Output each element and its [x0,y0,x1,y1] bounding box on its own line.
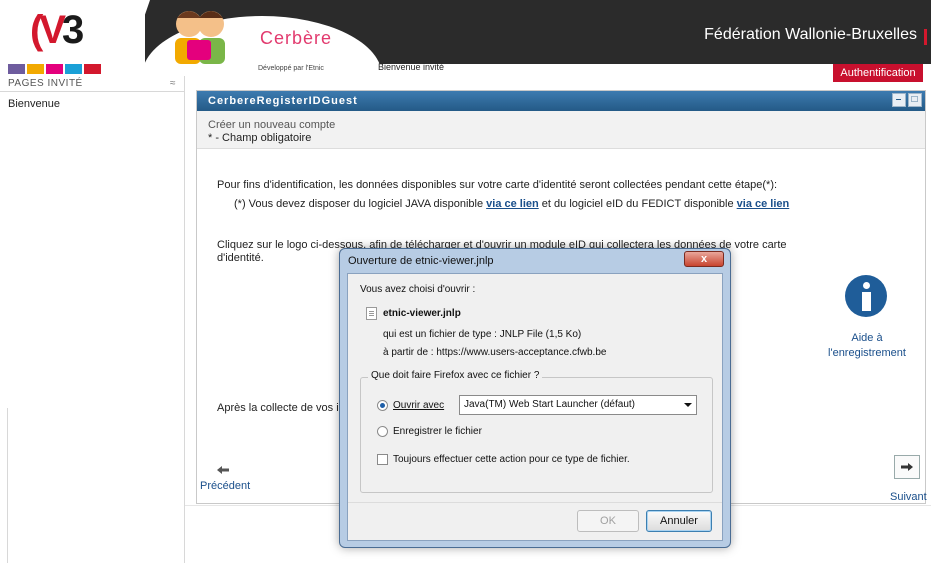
info-icon[interactable] [845,275,887,317]
always-text: Toujours effectuer cette action pour ce … [393,454,630,465]
panel-title: CerbereRegisterIDGuest [208,95,358,107]
sidebar-divider [0,408,8,563]
open-with-text: Ouvrir avec [393,400,445,411]
note-mid: et du logiciel eID du FEDICT disponible [541,198,734,210]
after-text: Après la collecte de vos in [217,402,345,414]
help-label-2: l'enregistrement [828,347,906,359]
file-source: à partir de : https://www.users-acceptan… [383,347,607,358]
app-title: Cerbère [260,28,333,48]
organization-accent [924,29,927,45]
help-link[interactable]: Aide à l'enregistrement [817,331,917,361]
welcome-text: Bienvenue invité [378,62,445,72]
always-checkbox[interactable] [377,454,388,465]
banner-diagonal [128,0,150,64]
open-with-value: Java(TM) Web Start Launcher (défaut) [464,399,635,410]
panel-window-buttons: – □ [892,93,922,107]
next-button[interactable] [894,455,920,479]
brand-color-squares [8,64,101,74]
arrow-left-icon[interactable] [217,466,229,474]
save-file-radio[interactable] [377,426,388,437]
dialog-body: Vous avez choisi d'ouvrir : etnic-viewer… [347,273,723,541]
help-label-1: Aide à [851,332,883,344]
dialog-separator [348,502,722,503]
open-with-radio[interactable] [377,400,388,411]
page: (V3 Cerbère Développé par l'Etnic Bienve… [0,0,931,563]
color-square [65,64,82,74]
next-link[interactable]: Suivant [890,491,927,503]
sidebar-heading-label: PAGES INVITÉ [8,78,83,89]
always-label[interactable]: Toujours effectuer cette action pour ce … [393,454,630,465]
arrow-right-icon [901,463,913,471]
color-square [84,64,101,74]
file-name: etnic-viewer.jnlp [383,308,461,319]
dialog-title: Ouverture de etnic-viewer.jnlp [348,255,494,267]
panel-subheader: Créer un nouveau compte * - Champ obliga… [197,111,925,149]
panel-subtitle: Créer un nouveau compte [208,119,336,131]
java-link[interactable]: via ce lien [486,198,539,210]
maximize-icon[interactable]: □ [908,93,922,107]
close-button[interactable]: x [684,251,724,267]
color-square [27,64,44,74]
sidebar: PAGES INVITÉ ≈ Bienvenue [0,76,185,563]
open-file-dialog: Ouverture de etnic-viewer.jnlp x Vous av… [339,248,731,548]
chosen-text: Vous avez choisi d'ouvrir : [360,284,476,295]
minimize-icon[interactable]: – [892,93,906,107]
intro-text: Pour fins d'identification, les données … [217,179,778,191]
required-note: * - Champ obligatoire [208,132,312,144]
eid-link[interactable]: via ce lien [737,198,790,210]
fwb-logo: (V3 [30,8,84,52]
save-file-label[interactable]: Enregistrer le fichier [393,426,482,437]
organization-name: Fédération Wallonie-Bruxelles [704,26,917,43]
chevron-down-icon [684,403,692,407]
color-square [46,64,63,74]
file-type: qui est un fichier de type : JNLP File (… [383,329,582,340]
requirements-note: (*) Vous devez disposer du logiciel JAVA… [234,198,789,210]
file-icon [366,307,377,320]
ok-button[interactable]: OK [577,510,639,532]
cancel-button[interactable]: Annuler [646,510,712,532]
previous-link[interactable]: Précédent [200,480,250,492]
open-with-label[interactable]: Ouvrir avec [393,400,444,411]
note-prefix: (*) Vous devez disposer du logiciel JAVA… [234,198,484,210]
panel-header: CerbereRegisterIDGuest – □ [197,91,925,111]
auth-button[interactable]: Authentification [833,64,923,82]
instruction-line-2: d'identité. [217,252,264,264]
color-square [8,64,25,74]
save-file-text: Enregistrer le fichier [393,426,482,437]
chevron-double-up-icon[interactable]: ≈ [170,76,176,92]
developed-by: Développé par l'Etnic [258,65,324,72]
sidebar-item-bienvenue[interactable]: Bienvenue [0,92,184,110]
action-question: Que doit faire Firefox avec ce fichier ? [368,370,543,381]
open-with-select[interactable]: Java(TM) Web Start Launcher (défaut) [459,395,697,415]
sidebar-heading: PAGES INVITÉ ≈ [0,76,184,92]
cerbere-mascot-icon [175,11,225,64]
